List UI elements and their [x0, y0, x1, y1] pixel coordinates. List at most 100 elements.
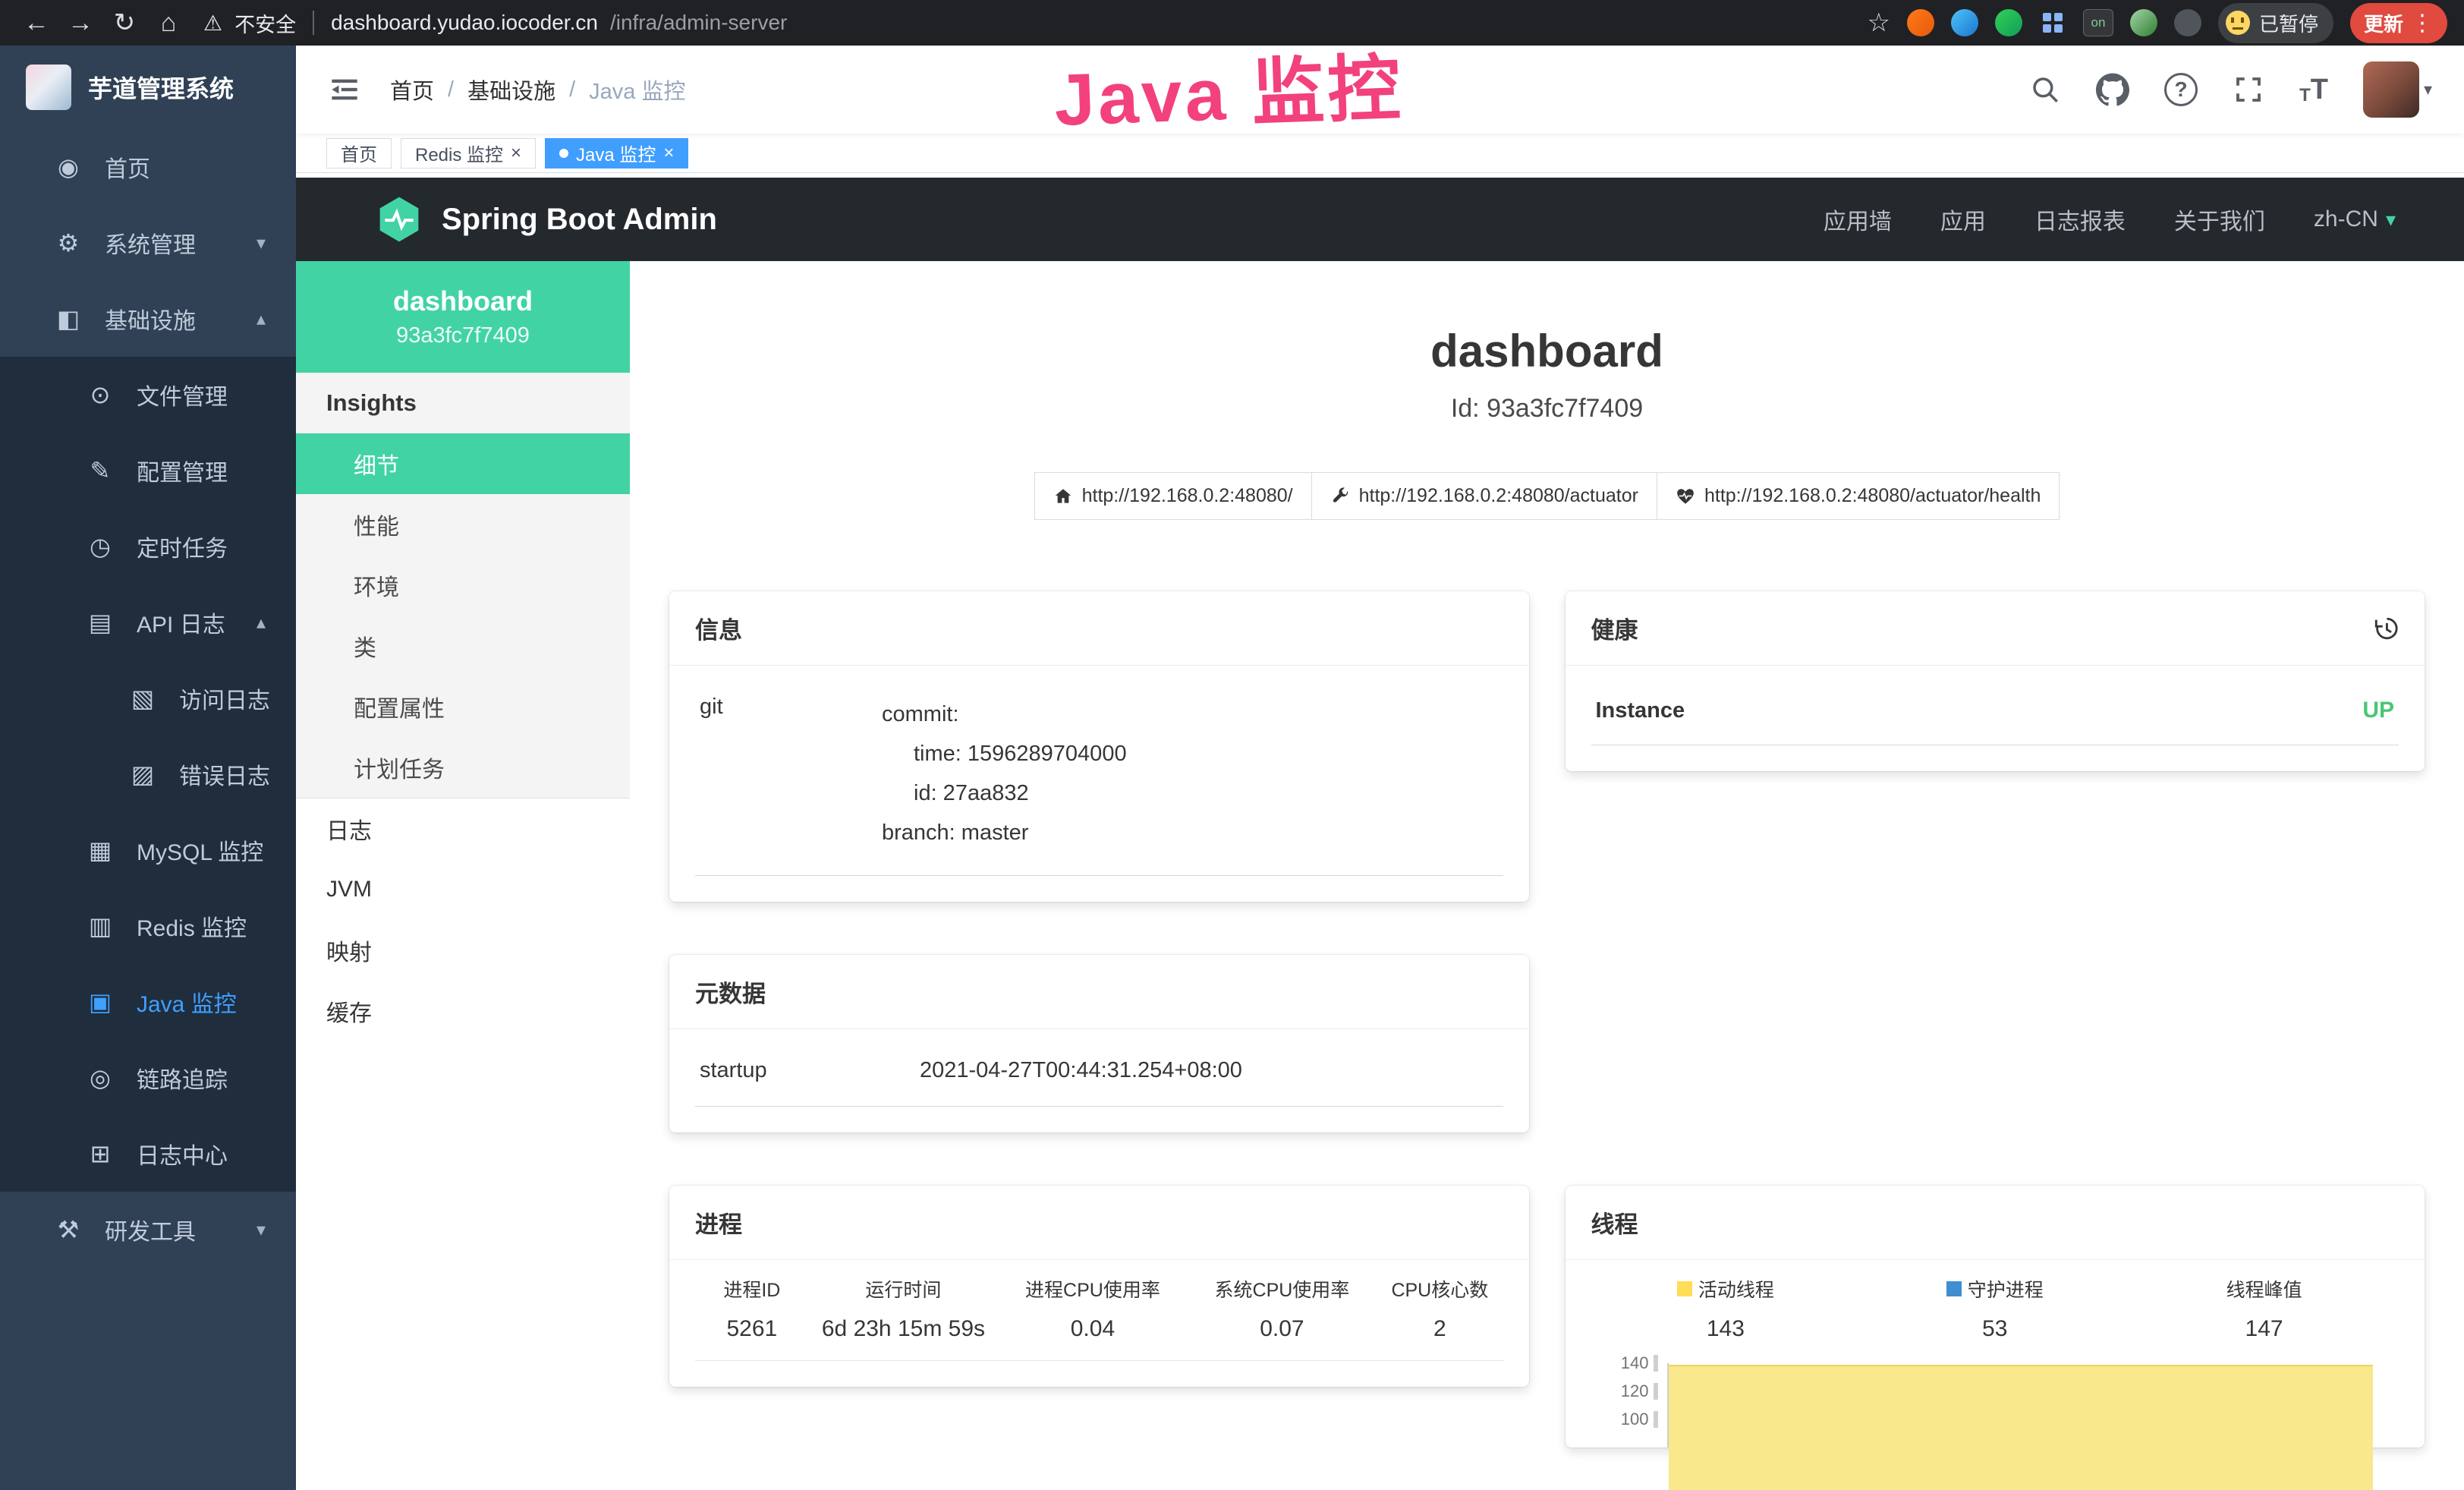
sba-nav-metrics[interactable]: 性能 [296, 494, 630, 555]
access-log-icon: ▧ [127, 684, 158, 713]
status-badge: UP [2362, 698, 2394, 723]
update-button[interactable]: 更新 ⋮ [2350, 3, 2447, 43]
extension-icon-4[interactable] [2130, 9, 2157, 36]
tab-java-monitor[interactable]: Java 监控 × [545, 138, 688, 169]
instance-header[interactable]: dashboard 93a3fc7f7409 [296, 261, 630, 373]
metadata-value: 2021-04-27T00:44:31.254+08:00 [920, 1058, 1242, 1083]
sba-nav-details[interactable]: 细节 [296, 433, 630, 494]
threads-peak-value: 147 [2129, 1307, 2399, 1350]
security-label: 不安全 [234, 8, 296, 38]
reload-button[interactable]: ↻ [105, 3, 144, 43]
extension-on-badge[interactable]: on [2083, 9, 2113, 36]
close-icon[interactable]: × [511, 143, 521, 164]
sba-nav-mappings[interactable]: 映射 [296, 920, 630, 981]
sba-nav-caches[interactable]: 缓存 [296, 981, 630, 1041]
sidebar-item-system[interactable]: ⚙ 系统管理 ▾ [0, 205, 296, 281]
address-bar[interactable]: ⚠ 不安全 dashboard.yudao.iocoder.cn/infra/a… [203, 8, 1862, 38]
card-title: 进程 [695, 1205, 742, 1240]
threads-daemon-value: 53 [1860, 1307, 2129, 1350]
git-commit-label: commit: [882, 695, 1127, 734]
sba-link-applications[interactable]: 应用 [1940, 203, 1986, 236]
bookmark-star-icon[interactable]: ☆ [1867, 8, 1890, 38]
app-sidebar: 芋道管理系统 ◉ 首页 ⚙ 系统管理 ▾ ◧ 基础设施 ▴ ⊙ 文件管理 ✎ 配… [0, 46, 296, 1490]
app-logo[interactable]: 芋道管理系统 [0, 46, 296, 129]
search-icon[interactable] [2029, 74, 2061, 106]
cpu-cores: 2 [1377, 1307, 1503, 1361]
locale-selector[interactable]: zh-CN ▾ [2314, 206, 2396, 232]
threads-live-value: 143 [1591, 1307, 1861, 1350]
health-url-button[interactable]: http://192.168.0.2:48080/actuator/health [1657, 472, 2060, 520]
legend-label: 线程峰值 [2226, 1275, 2302, 1303]
column-header: 运行时间 [809, 1260, 999, 1307]
log-icon: ▤ [85, 608, 115, 637]
git-branch: branch: master [882, 813, 1127, 852]
sidebar-item-infra[interactable]: ◧ 基础设施 ▴ [0, 281, 296, 357]
extension-icon-5[interactable] [2174, 9, 2201, 36]
wrench-icon [1330, 487, 1350, 506]
sidebar-item-label: 访问日志 [179, 682, 270, 715]
back-button[interactable]: ← [17, 3, 56, 43]
sba-link-journal[interactable]: 日志报表 [2034, 203, 2126, 236]
emoji-face-icon [2226, 11, 2250, 35]
sidebar-item-config-management[interactable]: ✎ 配置管理 [0, 433, 296, 509]
tab-label: 首页 [341, 140, 377, 166]
sba-nav-config-props[interactable]: 配置属性 [296, 676, 630, 737]
page-subtitle: Id: 93a3fc7f7409 [669, 394, 2425, 424]
extension-grid-icon[interactable] [2039, 9, 2066, 36]
sidebar-item-dev-tools[interactable]: ⚒ 研发工具 ▾ [0, 1192, 296, 1268]
sidebar-item-mysql-monitor[interactable]: ▦ MySQL 监控 [0, 812, 296, 888]
sba-nav-scheduled-tasks[interactable]: 计划任务 [296, 737, 630, 798]
logo-avatar [26, 65, 71, 110]
history-icon[interactable] [2373, 616, 2399, 641]
sidebar-item-error-logs[interactable]: ▨ 错误日志 [0, 736, 296, 812]
close-icon[interactable]: × [663, 143, 674, 164]
sidebar-item-java-monitor[interactable]: ▣ Java 监控 [0, 964, 296, 1040]
sidebar-item-api-logs[interactable]: ▤ API 日志 ▴ [0, 584, 296, 660]
breadcrumb: 首页 / 基础设施 / Java 监控 [390, 74, 685, 106]
sidebar-item-label: MySQL 监控 [137, 833, 263, 867]
extension-icon-2[interactable] [1951, 9, 1978, 36]
fullscreen-icon[interactable] [2233, 74, 2264, 106]
sidebar-item-redis-monitor[interactable]: ▥ Redis 监控 [0, 888, 296, 964]
health-instance-label: Instance [1596, 698, 1685, 723]
tab-redis-monitor[interactable]: Redis 监控 × [401, 138, 536, 169]
sidebar-item-home[interactable]: ◉ 首页 [0, 129, 296, 205]
sidebar-item-scheduled-jobs[interactable]: ◷ 定时任务 [0, 509, 296, 584]
chevron-down-icon: ▾ [256, 232, 266, 254]
actuator-url-button[interactable]: http://192.168.0.2:48080/actuator [1311, 472, 1657, 520]
sba-nav-logs[interactable]: 日志 [296, 799, 630, 859]
breadcrumb-infra[interactable]: 基础设施 [467, 74, 555, 106]
browser-home-button[interactable]: ⌂ [149, 3, 188, 43]
font-size-icon[interactable]: TT [2299, 74, 2328, 106]
sba-nav-environment[interactable]: 环境 [296, 555, 630, 616]
hamburger-icon[interactable] [328, 74, 361, 105]
sidebar-item-file-management[interactable]: ⊙ 文件管理 [0, 357, 296, 433]
sidebar-item-log-center[interactable]: ⊞ 日志中心 [0, 1116, 296, 1192]
sba-nav-classes[interactable]: 类 [296, 616, 630, 676]
process-pid: 5261 [695, 1307, 809, 1361]
caret-down-icon: ▾ [2424, 80, 2432, 99]
menu-dots-icon[interactable]: ⋮ [2411, 10, 2434, 36]
sba-link-wallboard[interactable]: 应用墙 [1824, 203, 1892, 236]
sidebar-item-tracing[interactable]: ◎ 链路追踪 [0, 1040, 296, 1116]
card-title: 信息 [695, 611, 742, 645]
extension-icon-3[interactable] [1995, 9, 2022, 36]
tab-label: Redis 监控 [415, 140, 503, 166]
service-url-button[interactable]: http://192.168.0.2:48080/ [1034, 472, 1312, 520]
sba-link-about[interactable]: 关于我们 [2174, 203, 2265, 236]
sba-nav-jvm[interactable]: JVM [296, 859, 630, 920]
user-menu[interactable]: ▾ [2363, 61, 2432, 118]
forward-button[interactable]: → [61, 3, 100, 43]
health-url: http://192.168.0.2:48080/actuator/health [1704, 485, 2041, 507]
github-icon[interactable] [2096, 73, 2129, 106]
avatar [2363, 61, 2419, 118]
paused-badge[interactable]: 已暂停 [2218, 3, 2333, 43]
paused-label: 已暂停 [2259, 9, 2318, 37]
tags-view: 首页 Redis 监控 × Java 监控 × [296, 134, 2464, 173]
tab-home[interactable]: 首页 [326, 138, 392, 169]
breadcrumb-home[interactable]: 首页 [390, 74, 434, 106]
sidebar-item-access-logs[interactable]: ▧ 访问日志 [0, 660, 296, 736]
app-title: 芋道管理系统 [88, 70, 234, 105]
extension-icon-1[interactable] [1907, 9, 1934, 36]
help-icon[interactable]: ? [2164, 73, 2198, 106]
